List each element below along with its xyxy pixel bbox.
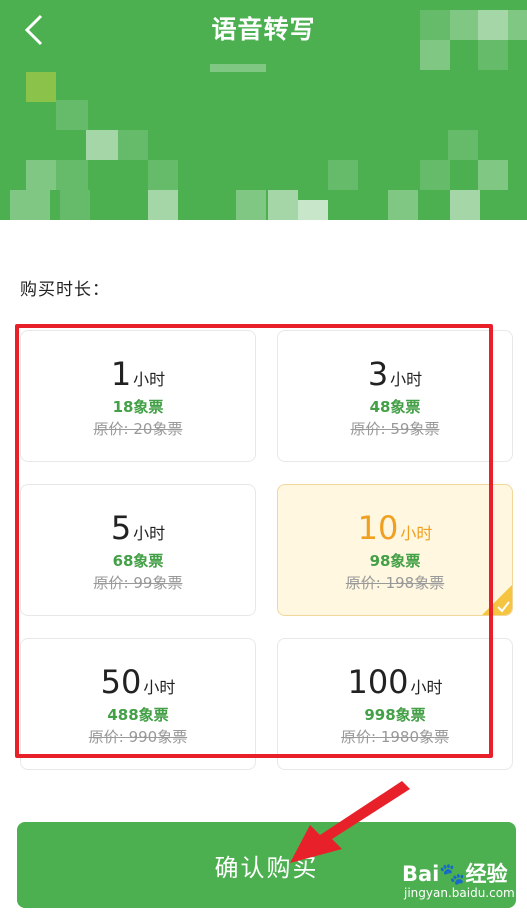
plan-hours: 100: [347, 663, 409, 701]
plan-price: 68象票: [112, 552, 164, 570]
watermark-logo: Bai🐾经验 jingyan.baidu.com: [402, 858, 515, 900]
plan-card-10h[interactable]: 10 小时 98象票 原价: 198象票: [277, 484, 513, 616]
plan-duration: 50 小时: [21, 663, 255, 703]
watermark-brand: Bai🐾经验: [402, 862, 508, 886]
plan-unit: 小时: [390, 370, 423, 389]
plan-hours: 10: [357, 509, 399, 547]
plan-original-price: 原价: 990象票: [88, 728, 188, 746]
plan-card-50h[interactable]: 50 小时 488象票 原价: 990象票: [20, 638, 256, 770]
plan-card-1h[interactable]: 1 小时 18象票 原价: 20象票: [20, 330, 256, 462]
plan-unit: 小时: [143, 678, 176, 697]
plan-unit: 小时: [410, 678, 443, 697]
page-title: 语音转写: [211, 15, 316, 44]
plan-unit: 小时: [400, 524, 433, 543]
plan-original-price: 原价: 59象票: [350, 420, 440, 438]
plan-price: 98象票: [369, 552, 421, 570]
plan-card-5h[interactable]: 5 小时 68象票 原价: 99象票: [20, 484, 256, 616]
plan-original-price: 原价: 20象票: [93, 420, 183, 438]
plan-unit: 小时: [133, 524, 166, 543]
plan-card-100h[interactable]: 100 小时 998象票 原价: 1980象票: [277, 638, 513, 770]
selected-check-icon: [482, 585, 512, 615]
plan-duration: 3 小时: [278, 355, 512, 395]
watermark-url: jingyan.baidu.com: [404, 886, 515, 900]
plan-unit: 小时: [133, 370, 166, 389]
plan-original-price: 原价: 198象票: [345, 574, 445, 592]
plan-price: 488象票: [107, 706, 169, 724]
header-bar: 语音转写: [0, 0, 527, 220]
plan-price: 48象票: [369, 398, 421, 416]
plan-hours: 5: [110, 509, 132, 547]
plan-original-price: 原价: 1980象票: [341, 728, 449, 746]
plan-price: 998象票: [364, 706, 426, 724]
plan-card-3h[interactable]: 3 小时 48象票 原价: 59象票: [277, 330, 513, 462]
plan-hours: 1: [110, 355, 132, 393]
plan-duration: 100 小时: [278, 663, 512, 703]
plan-duration: 10 小时: [278, 509, 512, 549]
plan-duration: 1 小时: [21, 355, 255, 395]
plan-hours: 50: [100, 663, 142, 701]
plan-duration: 5 小时: [21, 509, 255, 549]
plan-original-price: 原价: 99象票: [93, 574, 183, 592]
plan-price: 18象票: [112, 398, 164, 416]
plan-hours: 3: [367, 355, 389, 393]
confirm-button-label: 确认购买: [214, 853, 319, 882]
section-label-duration: 购买时长：: [20, 280, 110, 300]
